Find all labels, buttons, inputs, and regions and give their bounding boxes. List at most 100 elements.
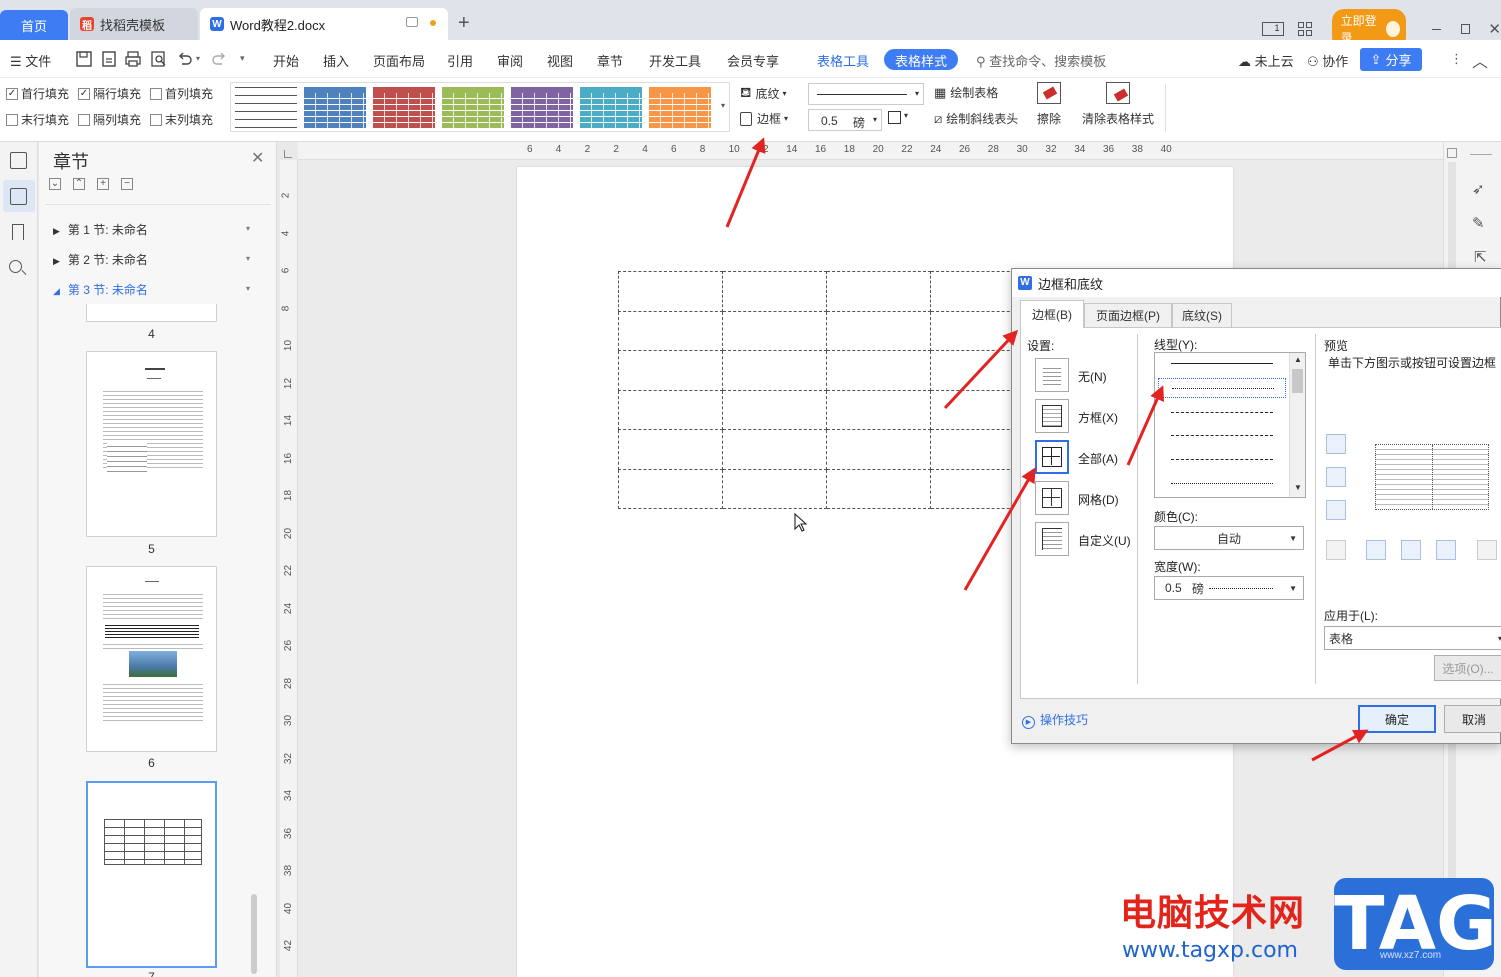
table-cell[interactable]: [618, 429, 723, 470]
table-cell[interactable]: [826, 271, 931, 312]
section-3-menu-icon[interactable]: ▾: [246, 284, 250, 293]
line-style-select[interactable]: ▾: [808, 83, 924, 105]
eraser-button[interactable]: 擦除: [1034, 82, 1064, 127]
apply-to-select[interactable]: 表格 ▾: [1324, 626, 1501, 650]
table-style-swatch[interactable]: [442, 87, 504, 129]
menu-chapter[interactable]: 章节: [597, 51, 623, 70]
linetype-scrollbar[interactable]: ▲ ▼: [1289, 353, 1305, 497]
setting-custom-label[interactable]: 自定义(U): [1078, 532, 1131, 549]
bottom-border-button[interactable]: [1326, 500, 1346, 520]
options-button[interactable]: 选项(O)...: [1434, 655, 1501, 681]
line-color-button[interactable]: ▾: [888, 111, 908, 127]
draw-table-button[interactable]: ▦ 绘制表格: [934, 84, 998, 101]
tab-document[interactable]: W Word教程2.docx: [200, 8, 448, 40]
vertical-ruler[interactable]: 2 4 6 8 10 12 14 16 18 20 22 24 26 28 30 32 34 36 38 40 42: [280, 160, 298, 977]
scroll-up-icon[interactable]: ▲: [1294, 355, 1302, 364]
collab-button[interactable]: ⚇ 协作: [1307, 51, 1348, 70]
diagonal-down-button[interactable]: [1326, 540, 1346, 560]
setting-grid-button[interactable]: [1035, 481, 1069, 515]
check-first-row[interactable]: ✓ 首行填充: [6, 85, 69, 102]
collapse-ribbon-icon[interactable]: ︿: [1472, 48, 1488, 72]
top-border-button[interactable]: [1326, 434, 1346, 454]
print-icon[interactable]: [124, 50, 142, 68]
panel-scrollbar[interactable]: [251, 894, 257, 974]
section-item-2[interactable]: ▶ 第 2 节: 未命名: [53, 251, 148, 268]
table-style-swatch[interactable]: [511, 87, 573, 129]
right-border-button[interactable]: [1436, 540, 1456, 560]
menu-references[interactable]: 引用: [447, 51, 473, 70]
line-option-dotted-selected[interactable]: [1158, 378, 1286, 398]
layout-icon[interactable]: 1: [1262, 22, 1284, 36]
table-style-swatch[interactable]: [304, 87, 366, 129]
line-option-solid[interactable]: [1171, 363, 1273, 364]
shading-button[interactable]: ⛾ 底纹 ▾: [740, 84, 786, 103]
border-preview[interactable]: [1375, 444, 1489, 510]
screen-icon[interactable]: [406, 17, 418, 27]
menu-page-layout[interactable]: 页面布局: [373, 51, 425, 70]
draw-diagonal-button[interactable]: ⧄ 绘制斜线表头: [934, 110, 1018, 127]
gallery-more-icon[interactable]: ▾: [721, 101, 725, 110]
setting-box-button[interactable]: [1035, 399, 1069, 433]
table-cell[interactable]: [722, 468, 827, 509]
table-cell[interactable]: [722, 310, 827, 351]
menu-member[interactable]: 会员专享: [727, 51, 779, 70]
line-option-long-dash[interactable]: [1171, 435, 1273, 436]
cancel-button[interactable]: 取消: [1444, 705, 1501, 733]
tab-border[interactable]: 边框(B): [1020, 300, 1084, 328]
setting-none-label[interactable]: 无(N): [1078, 368, 1107, 385]
redo-icon[interactable]: [210, 50, 228, 68]
checkbox-banded-cols[interactable]: [78, 113, 90, 126]
left-border-button[interactable]: [1366, 540, 1386, 560]
width-select[interactable]: 0.5 磅 ▼: [1154, 576, 1304, 600]
apps-grid-icon[interactable]: [1297, 22, 1312, 36]
diagonal-up-button[interactable]: [1477, 540, 1497, 560]
setting-all-button[interactable]: [1035, 440, 1069, 474]
setting-grid-label[interactable]: 网格(D): [1078, 491, 1119, 508]
export-pdf-icon[interactable]: [100, 50, 118, 68]
table-cell[interactable]: [826, 310, 931, 351]
table-cell[interactable]: [618, 310, 723, 351]
table-cell[interactable]: [618, 468, 723, 509]
table-cell[interactable]: [722, 271, 827, 312]
table-style-swatch[interactable]: [373, 87, 435, 129]
scroll-thumb[interactable]: [1292, 369, 1303, 393]
clear-table-style-button[interactable]: 清除表格样式: [1080, 82, 1156, 127]
table-cell[interactable]: [722, 389, 827, 430]
doc-map-icon[interactable]: [1447, 148, 1457, 158]
check-banded-cols[interactable]: 隔列填充: [78, 111, 141, 128]
table-cell[interactable]: [722, 429, 827, 470]
page-thumbnail-4[interactable]: [86, 304, 217, 322]
page-thumbnail-7[interactable]: [86, 781, 217, 968]
setting-none-button[interactable]: [1035, 358, 1069, 392]
inside-horizontal-border-button[interactable]: [1326, 467, 1346, 487]
add-section-icon[interactable]: +: [97, 178, 109, 190]
check-last-col[interactable]: 末列填充: [150, 111, 213, 128]
table-cell[interactable]: [618, 389, 723, 430]
save-icon[interactable]: [75, 50, 93, 68]
outline-nav-icon[interactable]: [10, 152, 27, 169]
table-cell[interactable]: [826, 468, 931, 509]
setting-all-label[interactable]: 全部(A): [1078, 450, 1118, 467]
horizontal-ruler[interactable]: 6 4 2 2 4 6 8 10 12 14 16 18 20 22 24 26 28 30 32 34 36 38 40: [298, 142, 1443, 160]
check-banded-rows[interactable]: ✓ 隔行填充: [78, 85, 141, 102]
undo-icon[interactable]: [176, 50, 194, 68]
find-icon[interactable]: [9, 260, 22, 273]
checkbox-last-col[interactable]: [150, 113, 162, 126]
tips-link[interactable]: ▶ 操作技巧: [1022, 711, 1088, 729]
menu-view[interactable]: 视图: [547, 51, 573, 70]
tab-page-border[interactable]: 页面边框(P): [1084, 303, 1172, 327]
command-search[interactable]: ⚲ 查找命令、搜索模板: [976, 51, 1106, 70]
menu-table-style[interactable]: 表格样式: [884, 49, 959, 70]
checkbox-first-col[interactable]: [150, 87, 162, 100]
tab-home[interactable]: 首页: [0, 10, 68, 40]
menu-review[interactable]: 审阅: [497, 51, 523, 70]
checkbox-first-row[interactable]: ✓: [6, 87, 18, 100]
menu-start[interactable]: 开始: [273, 51, 299, 70]
select-arrow-icon[interactable]: ⇱: [1474, 248, 1487, 266]
cloud-status[interactable]: ☁ 未上云: [1238, 51, 1294, 70]
table-style-swatch[interactable]: [235, 87, 297, 129]
dialog-title-bar[interactable]: W 边框和底纹: [1012, 269, 1501, 297]
collapse-all-icon[interactable]: ⌃: [73, 178, 85, 190]
checkbox-banded-rows[interactable]: ✓: [78, 87, 90, 100]
setting-custom-button[interactable]: [1035, 522, 1069, 556]
